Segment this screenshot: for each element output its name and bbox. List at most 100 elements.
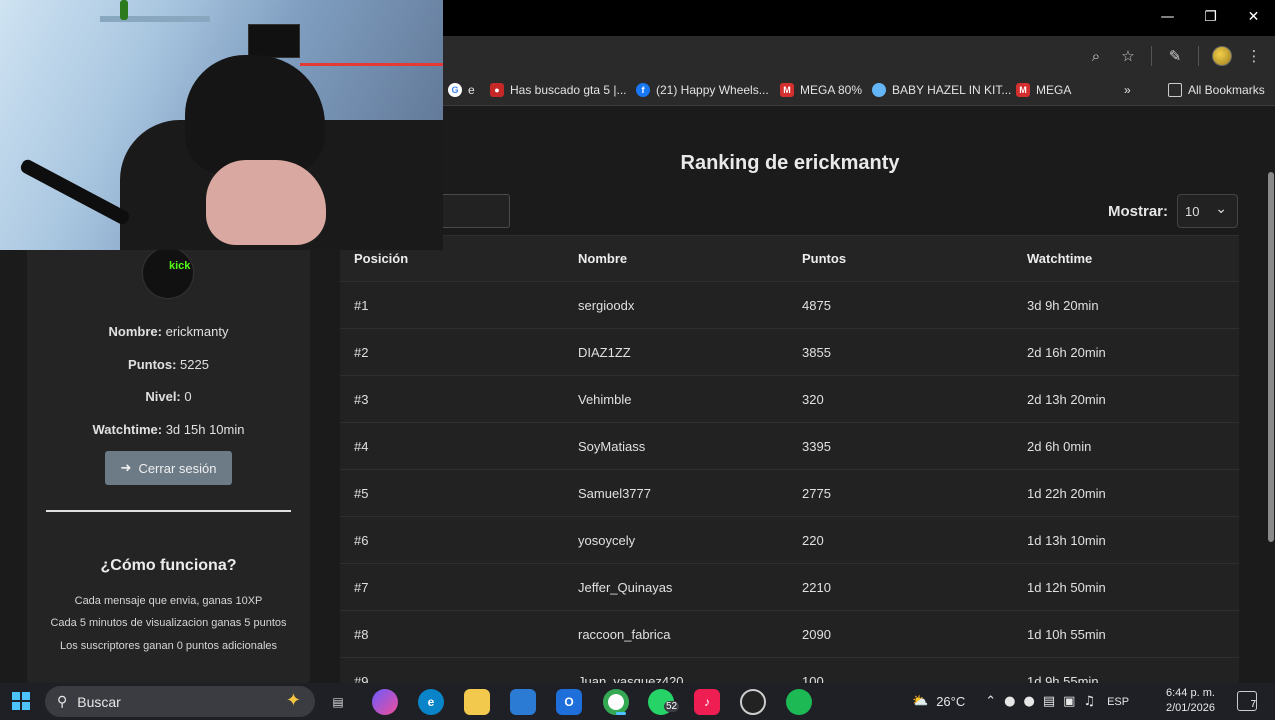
position-cell: #3 — [354, 391, 369, 407]
bookmark-label: (21) Happy Wheels... — [656, 83, 769, 97]
bookmark-label: MEGA — [1036, 83, 1072, 97]
obs-icon[interactable] — [740, 689, 766, 715]
star-icon[interactable]: ☆ — [1115, 42, 1141, 70]
name-cell: yosoycely — [578, 532, 636, 548]
close-icon[interactable]: ✕ — [1232, 0, 1275, 34]
table-row: #6 yosoycely 220 1d 13h 10min — [340, 517, 1239, 564]
points-cell: 2210 — [802, 579, 831, 595]
bookmark-item[interactable]: f (21) Happy Wheels... — [636, 83, 769, 97]
watchtime-cell: 1d 9h 55min — [1027, 673, 1099, 684]
watchtime-cell: 3d 9h 20min — [1027, 297, 1099, 313]
chrome-icon[interactable] — [603, 689, 629, 715]
bookmarks-overflow-icon[interactable]: » — [1124, 83, 1131, 97]
bookmark-label: e — [468, 83, 475, 97]
watchtime-cell: 2d 13h 20min — [1027, 391, 1106, 407]
file-explorer-icon[interactable] — [464, 689, 490, 715]
minimize-icon[interactable]: — — [1146, 0, 1189, 34]
logout-label: Cerrar sesión — [138, 460, 217, 476]
webcam-overlay — [0, 0, 443, 250]
menu-icon[interactable]: ⋮ — [1241, 42, 1267, 70]
webcam-bottle — [120, 0, 128, 20]
logout-button[interactable]: ➜ Cerrar sesión — [105, 451, 232, 485]
profile-level: Nivel: 0 — [27, 389, 310, 404]
position-cell: #4 — [354, 438, 369, 454]
copilot-icon[interactable] — [372, 689, 398, 715]
bookmark-label: MEGA 80% — [800, 83, 863, 97]
tray-app-icon[interactable]: ● — [1004, 694, 1015, 709]
page-scrollbar[interactable] — [1266, 107, 1275, 683]
points-cell: 220 — [802, 532, 824, 548]
position-cell: #8 — [354, 626, 369, 642]
volume-icon[interactable]: ♫ — [1083, 694, 1095, 709]
chevron-up-icon[interactable]: ⌃ — [985, 694, 996, 709]
taskbar-search[interactable]: ⚲ Buscar ✦ — [45, 686, 315, 717]
edge-icon[interactable]: e — [418, 689, 444, 715]
toolbar-divider — [1151, 46, 1152, 66]
site-icon — [872, 83, 886, 97]
webcam-shelf — [100, 16, 210, 22]
table-row: #2 DIAZ1ZZ 3855 2d 16h 20min — [340, 329, 1239, 376]
clock[interactable]: 6:44 p. m. 2/01/2026 — [1166, 686, 1215, 716]
profile-avatar[interactable] — [1209, 42, 1235, 70]
tiktok-icon[interactable]: ♪ — [694, 689, 720, 715]
search-icon: ⚲ — [57, 693, 68, 710]
table-row: #8 raccoon_fabrica 2090 1d 10h 55min — [340, 611, 1239, 658]
column-header: Watchtime — [1027, 251, 1093, 266]
points-cell: 2775 — [802, 485, 831, 501]
watchtime-cell: 2d 6h 0min — [1027, 438, 1092, 454]
points-cell: 3395 — [802, 438, 831, 454]
points-cell: 320 — [802, 391, 824, 407]
page-size-select[interactable]: 10 ⌄ — [1177, 194, 1238, 228]
column-header: Puntos — [802, 251, 847, 266]
how-it-works-line: Cada mensaje que envia, ganas 10XP — [74, 595, 263, 607]
facebook-icon: f — [636, 83, 650, 97]
profile-points: Puntos: 5225 — [27, 357, 310, 372]
bookmark-item[interactable]: M MEGA 80% — [780, 83, 862, 97]
points-cell: 4875 — [802, 297, 831, 313]
restore-icon[interactable]: ❐ — [1189, 0, 1232, 34]
points-cell: 100 — [802, 673, 824, 684]
table-row: #1 sergioodx 4875 3d 9h 20min — [340, 282, 1239, 329]
google-icon: G — [448, 83, 462, 97]
name-cell: SoyMatiass — [578, 438, 646, 454]
bookmark-item[interactable]: ● Has buscado gta 5 |... — [490, 83, 627, 97]
windows-taskbar: ⚲ Buscar ✦ ▤ e O 52 ♪ ⛅ 26°C ⌃ ● ● ▤ ▣ ♫… — [0, 683, 1275, 720]
how-it-works-title: ¿Cómo funciona? — [100, 557, 237, 574]
system-tray: ⛅ 26°C ⌃ ● ● ▤ ▣ ♫ ESP — [912, 683, 1129, 720]
position-cell: #1 — [354, 297, 369, 313]
search-placeholder: Buscar — [77, 693, 121, 710]
network-icon[interactable]: ▣ — [1063, 694, 1075, 709]
microphone-icon[interactable]: ● — [1023, 694, 1034, 709]
watchtime-cell: 1d 13h 10min — [1027, 532, 1106, 548]
name-cell: Vehimble — [578, 391, 632, 407]
security-icon[interactable]: ▤ — [1043, 694, 1055, 709]
task-view-icon[interactable]: ▤ — [325, 689, 351, 715]
bookmark-item[interactable]: BABY HAZEL IN KIT... — [872, 83, 1011, 97]
webcam-light — [300, 63, 443, 66]
scrollbar-thumb[interactable] — [1268, 172, 1274, 542]
position-cell: #5 — [354, 485, 369, 501]
all-bookmarks[interactable]: All Bookmarks — [1168, 83, 1265, 97]
column-header: Nombre — [578, 251, 628, 266]
bookmark-item[interactable]: M MEGA — [1016, 83, 1071, 97]
chevron-down-icon: ⌄ — [1215, 201, 1227, 217]
outlook-icon[interactable]: O — [556, 689, 582, 715]
zoom-icon[interactable]: ⌕ — [1083, 42, 1109, 70]
store-icon[interactable] — [510, 689, 536, 715]
watchtime-cell: 2d 16h 20min — [1027, 344, 1106, 360]
profile-name: Nombre: erickmanty — [27, 324, 310, 339]
name-cell: DIAZ1ZZ — [578, 344, 631, 360]
level-label: Nivel: — [145, 389, 181, 404]
bookmark-item[interactable]: G e — [448, 83, 475, 97]
windows-start-icon[interactable] — [12, 692, 30, 710]
logout-icon: ➜ — [120, 460, 132, 476]
spotify-icon[interactable] — [786, 689, 812, 715]
language-indicator[interactable]: ESP — [1107, 696, 1129, 708]
table-header: Posición Nombre Puntos Watchtime — [340, 235, 1239, 282]
points-cell: 2090 — [802, 626, 831, 642]
notifications-icon[interactable]: 7 — [1237, 691, 1257, 711]
weather-icon[interactable]: ⛅ — [912, 694, 928, 709]
table-row: #7 Jeffer_Quinayas 2210 1d 12h 50min — [340, 564, 1239, 611]
extensions-icon[interactable]: ✎ — [1162, 42, 1188, 70]
weather-temp[interactable]: 26°C — [936, 694, 965, 709]
